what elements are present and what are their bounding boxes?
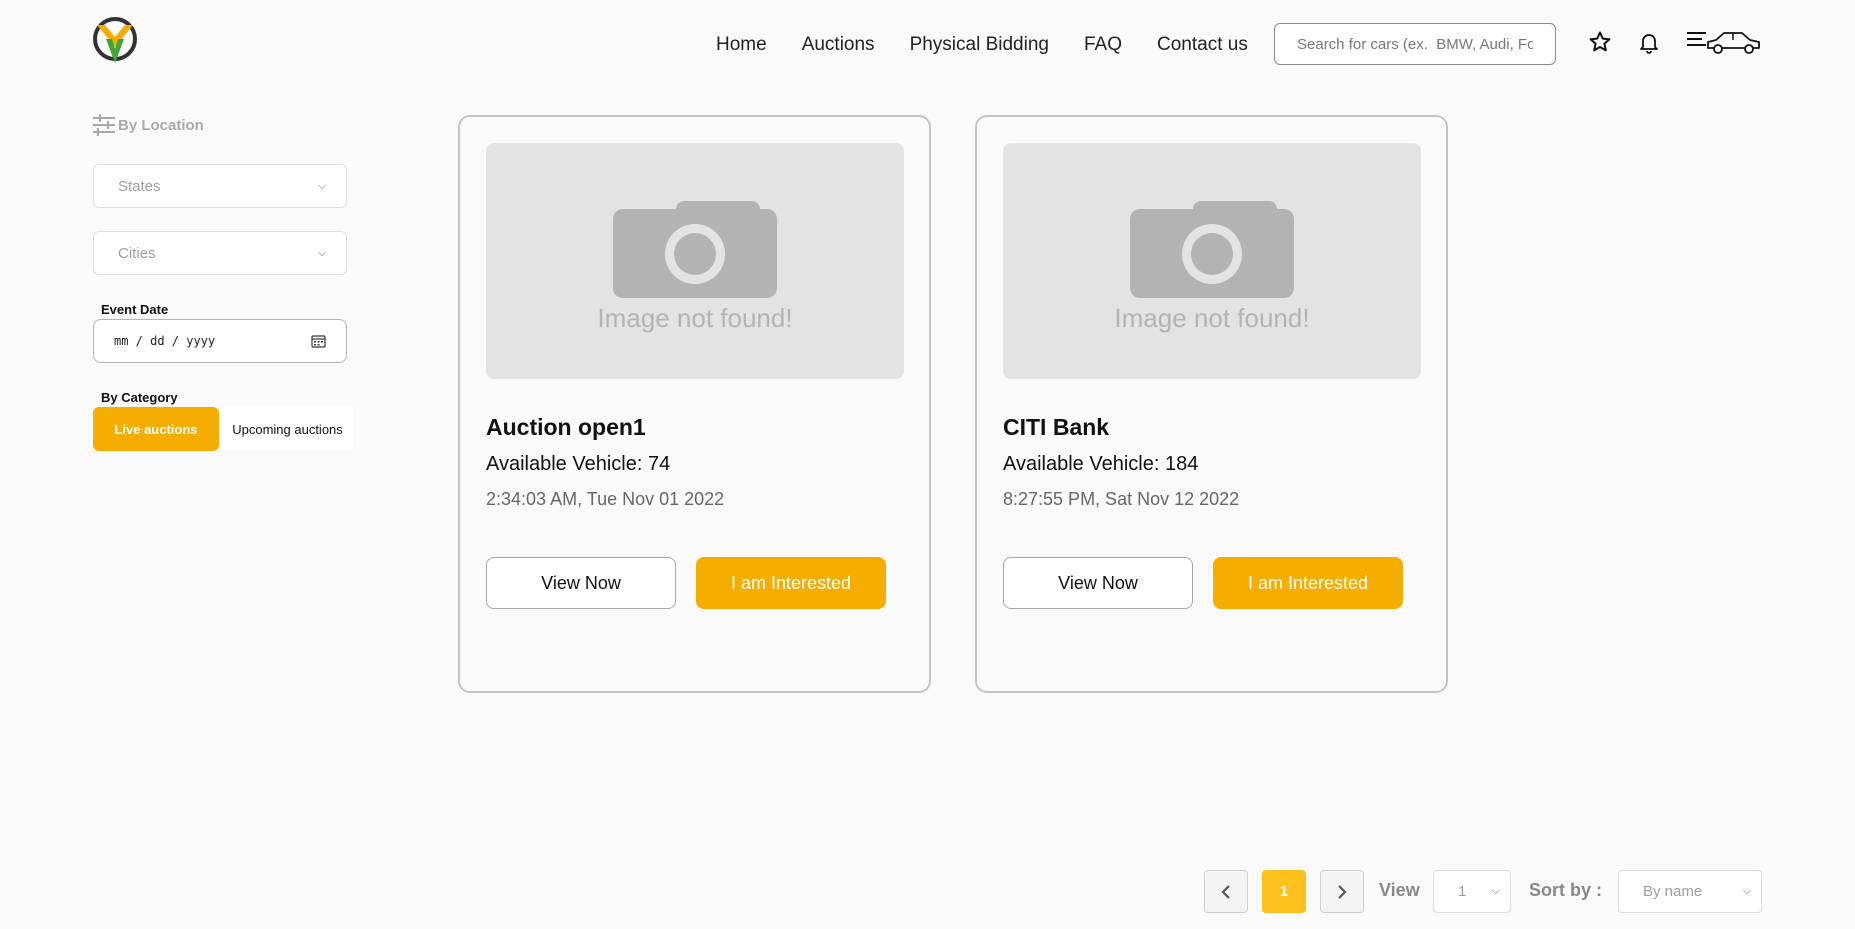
chevron-down-icon: ⌵ [1491, 885, 1500, 897]
sort-label: Sort by : [1529, 880, 1603, 900]
event-date-label: Event Date [101, 302, 169, 317]
nav-physical-bidding[interactable]: Physical Bidding [910, 28, 1049, 62]
view-label: View [1379, 880, 1420, 900]
filter-heading: By Location [92, 114, 204, 136]
search-input[interactable] [1274, 23, 1556, 65]
camera-icon [1130, 201, 1294, 298]
logo[interactable] [92, 17, 138, 65]
cities-select[interactable]: Cities ⌵ [93, 231, 347, 275]
main-nav: Home Auctions Physical Bidding FAQ Conta… [716, 28, 1283, 62]
auction-image-placeholder: Image not found! [486, 143, 904, 379]
auction-title: CITI Bank [1003, 414, 1110, 440]
sort-select[interactable]: By name ⌵ [1618, 870, 1762, 913]
prev-page-button[interactable] [1204, 870, 1248, 913]
view-now-button[interactable]: View Now [486, 557, 676, 609]
states-select-value: States [118, 177, 161, 195]
auction-datetime: 8:27:55 PM, Sat Nov 12 2022 [1003, 489, 1240, 509]
chevron-left-icon [1221, 884, 1230, 899]
page-1-button[interactable]: 1 [1262, 870, 1306, 913]
auction-card: Image not found! CITI Bank Available Veh… [975, 115, 1448, 693]
event-date-input[interactable]: mm / dd / yyyy [93, 319, 347, 363]
nav-home[interactable]: Home [716, 28, 767, 62]
chevron-down-icon: ⌵ [317, 179, 326, 192]
sort-value: By name [1643, 883, 1703, 900]
image-not-found-text: Image not found! [1114, 303, 1310, 333]
calendar-icon[interactable] [311, 334, 326, 348]
camera-icon [613, 201, 777, 298]
per-page-value: 1 [1458, 883, 1467, 900]
auction-datetime: 2:34:03 AM, Tue Nov 01 2022 [486, 489, 725, 509]
category-label: By Category [101, 390, 178, 405]
menu-car-icon[interactable] [1686, 28, 1762, 61]
filter-heading-label: By Location [118, 116, 204, 134]
chevron-down-icon: ⌵ [1742, 885, 1751, 897]
auction-title: Auction open1 [486, 414, 646, 440]
states-select[interactable]: States ⌵ [93, 164, 347, 208]
cities-select-value: Cities [118, 244, 156, 262]
filter-sliders-icon [93, 114, 115, 136]
view-now-button[interactable]: View Now [1003, 557, 1193, 609]
live-auctions-button[interactable]: Live auctions [93, 407, 219, 451]
available-vehicles: Available Vehicle: 74 [486, 453, 671, 475]
per-page-select[interactable]: 1 ⌵ [1433, 870, 1511, 913]
nav-contact-us[interactable]: Contact us [1157, 28, 1248, 62]
nav-auctions[interactable]: Auctions [802, 28, 875, 62]
upcoming-auctions-button[interactable]: Upcoming auctions [222, 407, 353, 451]
next-page-button[interactable] [1320, 870, 1364, 913]
nav-faq[interactable]: FAQ [1084, 28, 1122, 62]
auction-card: Image not found! Auction open1 Available… [458, 115, 931, 693]
interested-button[interactable]: I am Interested [696, 557, 886, 609]
image-not-found-text: Image not found! [597, 303, 793, 333]
chevron-right-icon [1338, 884, 1347, 899]
vehicle-auction-logo-icon [93, 17, 137, 63]
chevron-down-icon: ⌵ [317, 246, 326, 259]
bell-icon[interactable] [1637, 30, 1661, 59]
star-icon[interactable] [1588, 30, 1612, 59]
auction-image-placeholder: Image not found! [1003, 143, 1421, 379]
interested-button[interactable]: I am Interested [1213, 557, 1403, 609]
event-date-placeholder: mm / dd / yyyy [114, 334, 216, 348]
available-vehicles: Available Vehicle: 184 [1003, 453, 1199, 475]
